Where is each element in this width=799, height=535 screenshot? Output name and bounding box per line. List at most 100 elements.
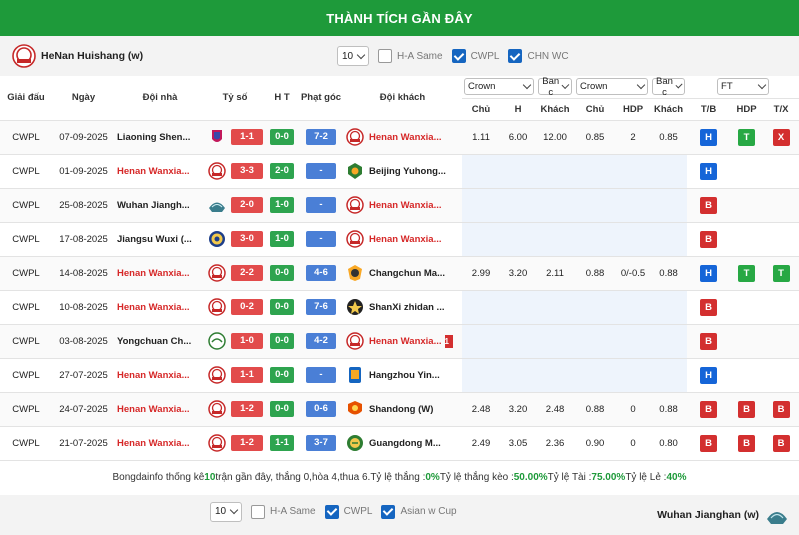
away-team[interactable]: Henan Wanxia... xyxy=(367,120,462,155)
league-cell: CWPL xyxy=(0,256,52,291)
score-cell[interactable]: 1-1 xyxy=(229,358,265,393)
ht-badge: 1-0 xyxy=(270,231,294,247)
header-league: Giải đấu xyxy=(0,76,52,121)
away-team-name: Hangzhou Yin... xyxy=(369,369,440,381)
score-cell[interactable]: 2-2 xyxy=(229,256,265,291)
checkbox-cwpl-bottom[interactable] xyxy=(324,504,339,519)
tb-cell: B xyxy=(687,324,731,359)
henan-logo-icon xyxy=(208,264,226,282)
header-ft-select[interactable]: FT xyxy=(687,76,799,99)
score-badge: 1-1 xyxy=(231,129,263,145)
ah-line: 2 xyxy=(616,120,651,155)
odds-home: 1.11 xyxy=(462,120,500,155)
score-badge: 1-2 xyxy=(231,401,263,417)
header-hdp-result: HDP xyxy=(730,98,764,121)
header-crown-select-1[interactable]: Crown xyxy=(462,76,537,99)
liaoning-logo-icon xyxy=(212,130,222,142)
away-team-name: Henan Wanxia... xyxy=(369,335,442,347)
table-row[interactable]: CWPL 24-07-2025 Henan Wanxia... 1-2 0-0 0-6 Sh… xyxy=(0,392,799,427)
away-logo-cell xyxy=(343,358,367,393)
header-ban-select-2[interactable]: Ban c xyxy=(650,76,688,99)
away-team[interactable]: Changchun Ma... xyxy=(367,256,462,291)
away-team[interactable]: Henan Wanxia... xyxy=(367,188,462,223)
away-logo-cell xyxy=(343,256,367,291)
odds-away: 2.36 xyxy=(536,426,575,461)
stats-text: Tỷ lệ Lẻ : xyxy=(625,472,667,483)
tb-cell: B xyxy=(687,290,731,325)
hdp-cell xyxy=(730,324,764,359)
checkbox-asian-cup-bottom[interactable] xyxy=(381,504,396,519)
ah-line xyxy=(616,358,651,393)
score-cell[interactable]: 2-0 xyxy=(229,188,265,223)
corner-badge: - xyxy=(306,197,336,213)
home-team[interactable]: Wuhan Jiangh... xyxy=(115,188,205,223)
score-cell[interactable]: 1-2 xyxy=(229,392,265,427)
home-team[interactable]: Henan Wanxia... xyxy=(115,290,205,325)
section-title: THÀNH TÍCH GẦN ĐÂY xyxy=(0,0,799,36)
tx-cell xyxy=(763,154,799,189)
home-team[interactable]: Henan Wanxia... xyxy=(115,426,205,461)
away-team[interactable]: Beijing Yuhong... xyxy=(367,154,462,189)
filter-controls-bottom: 10 H-A Same CWPL Asian w Cup xyxy=(210,501,457,522)
checkbox-chn-wc-top[interactable] xyxy=(508,49,523,63)
home-logo-cell xyxy=(205,358,229,393)
home-logo-cell xyxy=(205,154,229,189)
table-row[interactable]: CWPL 14-08-2025 Henan Wanxia... 2-2 0-0 4-6 Ch… xyxy=(0,256,799,291)
away-team[interactable]: Hangzhou Yin... xyxy=(367,358,462,393)
checkbox-cwpl-top[interactable] xyxy=(451,49,466,63)
count-select-bottom[interactable]: 10 xyxy=(210,501,242,522)
score-cell[interactable]: 1-1 xyxy=(229,120,265,155)
away-team[interactable]: Guangdong M... xyxy=(367,426,462,461)
odds-home xyxy=(462,324,500,359)
home-team[interactable]: Henan Wanxia... xyxy=(115,358,205,393)
stats-text: Bongdainfo thống kê xyxy=(112,472,205,483)
checkbox-label: H-A Same xyxy=(270,506,316,517)
ht-badge: 1-1 xyxy=(270,435,294,451)
table-row[interactable]: CWPL 07-09-2025 Liaoning Shen... 1-1 0-0 7-2 H… xyxy=(0,120,799,155)
table-row[interactable]: CWPL 25-08-2025 Wuhan Jiangh... 2-0 1-0- Hena… xyxy=(0,188,799,223)
red-card-badge: 1 xyxy=(444,334,453,348)
home-team[interactable]: Henan Wanxia... xyxy=(115,392,205,427)
chevron-down-icon xyxy=(229,505,239,515)
tb-cell: B xyxy=(687,392,731,427)
score-cell[interactable]: 1-2 xyxy=(229,426,265,461)
home-team[interactable]: Liaoning Shen... xyxy=(115,120,205,155)
chevron-down-icon xyxy=(636,81,646,90)
table-row[interactable]: CWPL 01-09-2025 Henan Wanxia... 3-3 2-0- Beij… xyxy=(0,154,799,189)
score-cell[interactable]: 3-3 xyxy=(229,154,265,189)
table-row[interactable]: CWPL 21-07-2025 Henan Wanxia... 1-2 1-1 3-7 Gu… xyxy=(0,426,799,461)
away-team[interactable]: Henan Wanxia... 1 xyxy=(367,324,462,359)
home-logo-cell xyxy=(205,222,229,257)
score-cell[interactable]: 0-2 xyxy=(229,290,265,325)
table-row[interactable]: CWPL 17-08-2025 Jiangsu Wuxi (... 3-0 1-0- He… xyxy=(0,222,799,257)
away-logo-cell xyxy=(343,290,367,325)
henan-crest-icon xyxy=(12,44,36,68)
score-cell[interactable]: 1-0 xyxy=(229,324,265,359)
header-ban-select-1[interactable]: Ban c xyxy=(536,76,575,99)
tx-cell xyxy=(763,290,799,325)
checkbox-ha-same-top[interactable] xyxy=(378,49,392,63)
league-cell: CWPL xyxy=(0,188,52,223)
table-row[interactable]: CWPL 10-08-2025 Henan Wanxia... 0-2 0-0 7-6 Sh… xyxy=(0,290,799,325)
checkbox-ha-same-bottom[interactable] xyxy=(251,504,265,519)
date-cell: 14-08-2025 xyxy=(52,256,115,291)
table-row[interactable]: CWPL 03-08-2025 Yongchuan Ch... 1-0 0-0 4-2 He… xyxy=(0,324,799,359)
away-team[interactable]: Henan Wanxia... xyxy=(367,222,462,257)
odds-draw xyxy=(500,324,537,359)
away-team[interactable]: Shandong (W) xyxy=(367,392,462,427)
score-badge: 1-1 xyxy=(231,367,263,383)
chevron-down-icon xyxy=(675,81,683,89)
corner-cell: - xyxy=(299,222,343,257)
odds-draw: 3.05 xyxy=(500,426,537,461)
tx-cell: X xyxy=(763,120,799,155)
home-team[interactable]: Yongchuan Ch... xyxy=(115,324,205,359)
henan-logo-icon xyxy=(208,162,226,180)
home-team[interactable]: Jiangsu Wuxi (... xyxy=(115,222,205,257)
score-cell[interactable]: 3-0 xyxy=(229,222,265,257)
count-select-top[interactable]: 10 xyxy=(337,46,369,66)
table-row[interactable]: CWPL 27-07-2025 Henan Wanxia... 1-1 0-0- Hang… xyxy=(0,358,799,393)
away-team[interactable]: ShanXi zhidan ... xyxy=(367,290,462,325)
header-crown-select-2[interactable]: Crown xyxy=(574,76,651,99)
home-team[interactable]: Henan Wanxia... xyxy=(115,256,205,291)
home-team[interactable]: Henan Wanxia... xyxy=(115,154,205,189)
